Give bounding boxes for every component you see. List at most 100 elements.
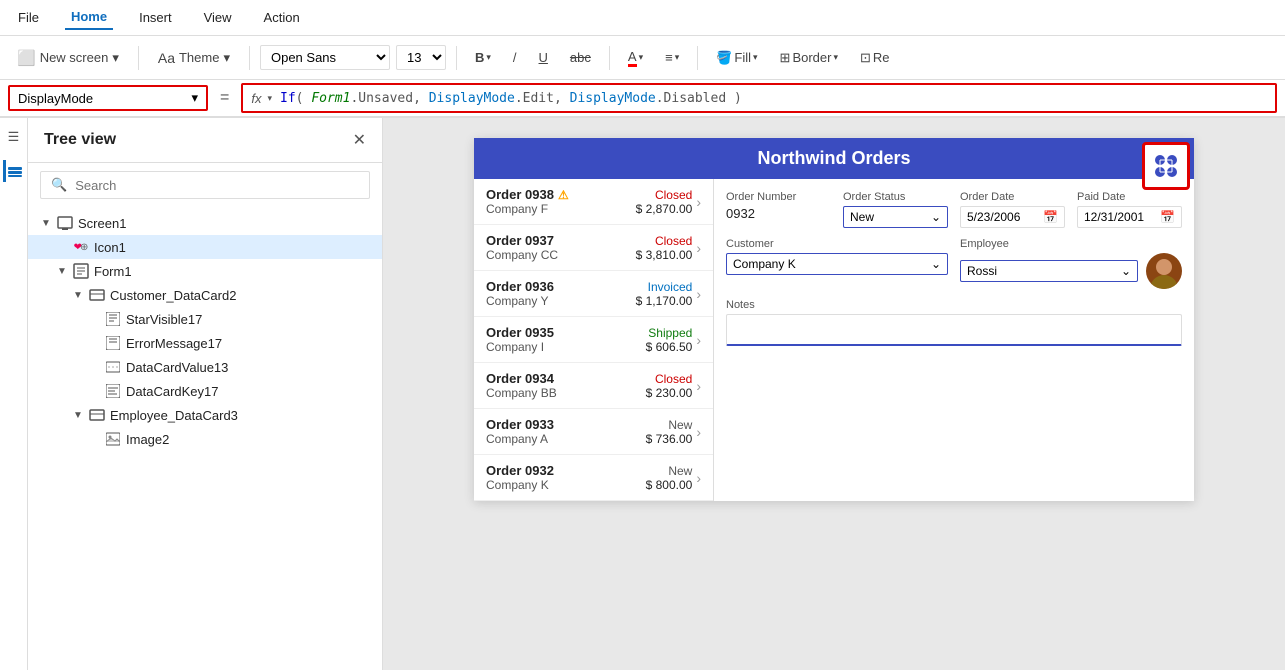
canvas-icon-button[interactable] bbox=[1142, 142, 1190, 190]
expand-screen1[interactable]: ▼ bbox=[38, 215, 54, 231]
employee-dropdown-chevron: ⌄ bbox=[1121, 264, 1131, 278]
paid-date-calendar-icon[interactable]: 📅 bbox=[1160, 210, 1175, 224]
order-item-0937[interactable]: Order 0937 Company CC Closed $ 3,810.00 … bbox=[474, 225, 713, 271]
input-paid-date[interactable]: 12/31/2001 📅 bbox=[1077, 206, 1182, 228]
name-box-chevron: ▾ bbox=[191, 90, 198, 106]
expand-icon1[interactable] bbox=[54, 239, 70, 255]
value-customer: Company K bbox=[733, 257, 796, 271]
order-item-0936[interactable]: Order 0936 Company Y Invoiced $ 1,170.00… bbox=[474, 271, 713, 317]
order-item-0935[interactable]: Order 0935 Company I Shipped $ 606.50 › bbox=[474, 317, 713, 363]
theme-button[interactable]: Aa Theme ▾ bbox=[149, 45, 239, 71]
order-company-0932: Company K bbox=[486, 478, 642, 492]
value-paid-date: 12/31/2001 bbox=[1084, 210, 1144, 224]
tree-item-datacardvalue13[interactable]: DataCardValue13 bbox=[28, 355, 382, 379]
tree-label-errormessage17: ErrorMessage17 bbox=[126, 336, 222, 351]
select-order-status[interactable]: New ⌄ bbox=[843, 206, 948, 228]
tree-item-datacardkey17[interactable]: DataCardKey17 bbox=[28, 379, 382, 403]
font-size-select[interactable]: 13 bbox=[396, 45, 446, 70]
expand-customer-datacard2[interactable]: ▼ bbox=[70, 287, 86, 303]
order-num-0933: Order 0933 bbox=[486, 417, 642, 432]
order-num-0936: Order 0936 bbox=[486, 279, 632, 294]
search-input[interactable] bbox=[75, 178, 359, 193]
order-item-0934[interactable]: Order 0934 Company BB Closed $ 230.00 › bbox=[474, 363, 713, 409]
re-button[interactable]: ⊡ Re bbox=[852, 46, 898, 70]
toolbar-separator-5 bbox=[697, 46, 698, 70]
font-select[interactable]: Open Sans bbox=[260, 45, 390, 70]
field-order-number: Order Number 0932 bbox=[726, 191, 831, 228]
fx-label: fx bbox=[251, 91, 261, 106]
chevron-0932: › bbox=[696, 470, 701, 486]
underline-button[interactable]: U bbox=[531, 46, 556, 69]
italic-button[interactable]: / bbox=[505, 46, 525, 69]
formula-bar: DisplayMode ▾ = fx ▾ If( Form1.Unsaved, … bbox=[0, 80, 1285, 118]
menu-view[interactable]: View bbox=[198, 6, 238, 29]
order-item-0932[interactable]: Order 0932 Company K New $ 800.00 › bbox=[474, 455, 713, 501]
expand-errormessage17[interactable] bbox=[86, 335, 102, 351]
tree-item-icon1[interactable]: ❤ ⊕ Icon1 bbox=[28, 235, 382, 259]
new-screen-button[interactable]: ⬜ New screen ▾ bbox=[8, 44, 128, 72]
chevron-0938: › bbox=[696, 194, 701, 210]
tree-item-screen1[interactable]: ▼ Screen1 bbox=[28, 211, 382, 235]
sidebar-icon-layers[interactable] bbox=[3, 160, 25, 182]
sidebar-icons: ☰ bbox=[0, 118, 28, 670]
datacard-icon bbox=[88, 286, 106, 304]
expand-form1[interactable]: ▼ bbox=[54, 263, 70, 279]
font-color-button[interactable]: A ▾ bbox=[620, 45, 651, 71]
order-num-0937: Order 0937 bbox=[486, 233, 632, 248]
bold-button[interactable]: B ▾ bbox=[467, 46, 499, 69]
search-box: 🔍 bbox=[40, 171, 370, 199]
expand-datacardvalue13[interactable] bbox=[86, 359, 102, 375]
expand-employee-datacard3[interactable]: ▼ bbox=[70, 407, 86, 423]
order-info-0934: Order 0934 Company BB bbox=[486, 371, 642, 400]
border-button[interactable]: ⊞ Border ▾ bbox=[772, 46, 846, 70]
name-box[interactable]: DisplayMode ▾ bbox=[8, 85, 208, 111]
menu-action[interactable]: Action bbox=[258, 6, 306, 29]
fill-button[interactable]: 🪣 Fill ▾ bbox=[708, 46, 765, 70]
theme-chevron: ▾ bbox=[223, 50, 230, 66]
menu-home[interactable]: Home bbox=[65, 5, 113, 30]
app-title: Northwind Orders bbox=[757, 148, 910, 168]
tree-label-icon1: Icon1 bbox=[94, 240, 126, 255]
canvas-area: Northwind Orders Order 0938 ⚠ Company F bbox=[383, 118, 1285, 670]
tree-label-customer-datacard2: Customer_DataCard2 bbox=[110, 288, 236, 303]
menu-file[interactable]: File bbox=[12, 6, 45, 29]
tree-item-starvisible17[interactable]: StarVisible17 bbox=[28, 307, 382, 331]
icon1-icon: ❤ ⊕ bbox=[72, 238, 90, 256]
main-layout: ☰ Tree view ✕ 🔍 ▼ S bbox=[0, 118, 1285, 670]
input-notes[interactable] bbox=[726, 314, 1182, 346]
tree-item-employee-datacard3[interactable]: ▼ Employee_DataCard3 bbox=[28, 403, 382, 427]
fill-chevron: ▾ bbox=[753, 52, 758, 63]
select-employee[interactable]: Rossi ⌄ bbox=[960, 260, 1138, 282]
tree-close-button[interactable]: ✕ bbox=[353, 130, 366, 150]
order-amount-0937: $ 3,810.00 bbox=[636, 248, 693, 262]
tree-item-errormessage17[interactable]: ErrorMessage17 bbox=[28, 331, 382, 355]
expand-starvisible17[interactable] bbox=[86, 311, 102, 327]
new-screen-icon: ⬜ bbox=[17, 49, 36, 67]
errormessage-icon bbox=[104, 334, 122, 352]
formula-text[interactable]: If( Form1.Unsaved, DisplayMode.Edit, Dis… bbox=[280, 91, 742, 106]
tree-item-form1[interactable]: ▼ Form1 bbox=[28, 259, 382, 283]
order-num-0934: Order 0934 bbox=[486, 371, 642, 386]
value-order-date: 5/23/2006 bbox=[967, 210, 1020, 224]
expand-image2[interactable] bbox=[86, 431, 102, 447]
order-item-0938[interactable]: Order 0938 ⚠ Company F Closed $ 2,870.00… bbox=[474, 179, 713, 225]
equals-sign: = bbox=[214, 89, 235, 107]
warn-icon-0938: ⚠ bbox=[558, 188, 569, 202]
label-order-date: Order Date bbox=[960, 191, 1065, 203]
formula-chevron-btn[interactable]: ▾ bbox=[267, 93, 272, 104]
date-calendar-icon[interactable]: 📅 bbox=[1043, 210, 1058, 224]
sidebar-icon-menu[interactable]: ☰ bbox=[3, 126, 25, 148]
menu-insert[interactable]: Insert bbox=[133, 6, 178, 29]
input-order-date[interactable]: 5/23/2006 📅 bbox=[960, 206, 1065, 228]
tree-label-image2: Image2 bbox=[126, 432, 169, 447]
order-item-0933[interactable]: Order 0933 Company A New $ 736.00 › bbox=[474, 409, 713, 455]
align-button[interactable]: ≡ ▾ bbox=[657, 46, 687, 69]
new-screen-chevron: ▾ bbox=[112, 50, 119, 66]
tree-item-image2[interactable]: Image2 bbox=[28, 427, 382, 451]
order-amount-0936: $ 1,170.00 bbox=[636, 294, 693, 308]
strikethrough-button[interactable]: abc bbox=[562, 46, 599, 69]
expand-datacardkey17[interactable] bbox=[86, 383, 102, 399]
tree-item-customer-datacard2[interactable]: ▼ Customer_DataCard2 bbox=[28, 283, 382, 307]
select-customer[interactable]: Company K ⌄ bbox=[726, 253, 948, 275]
status-dropdown-chevron: ⌄ bbox=[931, 210, 941, 224]
